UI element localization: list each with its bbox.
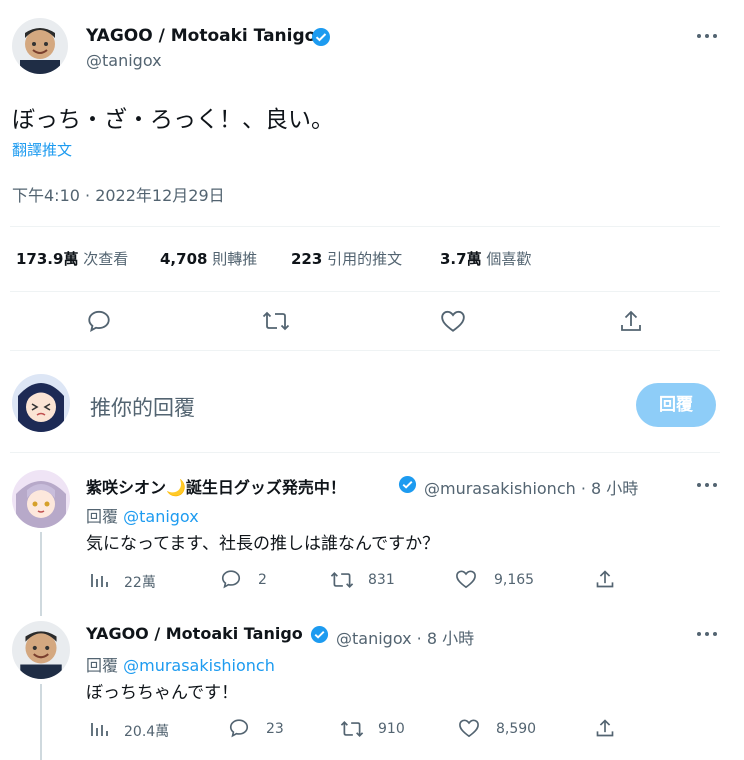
like-count: 8,590 [496,721,537,737]
divider [10,350,720,351]
reply-submit-button[interactable]: 回覆 [636,383,716,427]
views-icon[interactable] [89,570,109,590]
reply-handle-time[interactable]: @murasakishionch · 8 小時 [424,475,638,499]
reply-handle[interactable]: @murasakishionch [424,479,576,498]
like-heart-icon[interactable] [440,309,466,333]
retweets-stat[interactable]: 4,708 則轉推 [160,248,257,269]
share-icon[interactable] [619,308,643,334]
like-count: 9,165 [494,572,535,588]
share-icon[interactable] [595,568,615,590]
tweet-timestamp[interactable]: 下午4:10 · 2022年12月29日 [12,182,225,206]
views-count: 20.4萬 [124,724,170,740]
stats-row: 173.9萬 次查看 [16,248,128,269]
current-user-avatar[interactable] [12,374,70,432]
verified-badge-icon [311,27,331,47]
reply-input[interactable]: 推你的回覆 [90,392,195,422]
quotes-label: 引用的推文 [327,250,403,268]
tweet-text: ぼっち・ざ・ろっく！、良い。 [12,107,334,133]
views-stat[interactable]: 173.9萬 次查看 [16,250,128,268]
retweets-count: 4,708 [160,250,208,268]
likes-stat[interactable]: 3.7萬 個喜歡 [440,248,531,269]
replying-to: 回覆 @murasakishionch [86,652,275,676]
divider [10,226,720,227]
author-handle[interactable]: @tanigox [86,51,162,70]
retweets-label: 則轉推 [212,250,258,268]
more-options-icon[interactable] [696,481,718,489]
translate-tweet-link[interactable]: 翻譯推文 [12,139,72,160]
verified-badge-icon [310,625,329,644]
divider [10,291,720,292]
author-display-name[interactable]: YAGOO / Motoaki Tanigo [86,26,316,46]
retweet-icon[interactable] [262,308,290,334]
replying-to-prefix: 回覆 [86,656,119,675]
reply-time[interactable]: 8 小時 [427,629,474,648]
views-count: 173.9萬 [16,250,79,268]
reply-count: 23 [266,721,284,737]
more-options-icon[interactable] [696,630,718,638]
replying-to: 回覆 @tanigox [86,503,199,527]
like-heart-icon[interactable] [455,569,477,589]
reply-count: 2 [258,572,267,588]
likes-count: 3.7萬 [440,250,482,268]
author-avatar[interactable] [12,18,68,74]
reply-icon[interactable] [220,568,242,590]
reply-icon[interactable] [228,717,250,739]
reply-handle-time[interactable]: @tanigox · 8 小時 [336,625,474,649]
like-heart-icon[interactable] [458,718,480,738]
divider [10,452,720,453]
views-count: 22萬 [124,575,156,591]
reply-text: 気になってます、社長の推しは誰なんですか？ [86,534,440,554]
retweet-icon[interactable] [340,718,364,740]
retweet-count: 910 [378,721,405,737]
share-icon[interactable] [595,717,615,739]
retweet-icon[interactable] [330,569,354,591]
retweet-count: 831 [368,572,395,588]
reply-handle[interactable]: @tanigox [336,629,412,648]
quotes-count: 223 [291,250,323,268]
quotes-stat[interactable]: 223 引用的推文 [291,248,402,269]
replying-to-link[interactable]: @tanigox [123,507,199,526]
thread-connector-line [40,684,42,760]
separator: · [411,629,427,648]
reply-display-name[interactable]: YAGOO / Motoaki Tanigo [86,624,303,643]
likes-label: 個喜歡 [486,250,532,268]
views-icon[interactable] [89,719,109,739]
reply-author-avatar[interactable] [12,621,70,679]
reply-author-avatar[interactable] [12,470,70,528]
reply-text: ぼっちちゃんです！ [86,683,239,703]
reply-icon[interactable] [86,308,112,334]
views-label: 次查看 [83,250,129,268]
thread-connector-line [40,532,42,616]
more-options-icon[interactable] [696,32,718,40]
verified-badge-icon [398,475,417,494]
separator: · [575,479,592,498]
replying-to-prefix: 回覆 [86,507,119,526]
reply-time[interactable]: 8 小時 [591,479,638,498]
reply-display-name[interactable]: 紫咲シオン🌙誕生日グッズ発売中！ [86,474,346,498]
replying-to-link[interactable]: @murasakishionch [123,656,275,675]
